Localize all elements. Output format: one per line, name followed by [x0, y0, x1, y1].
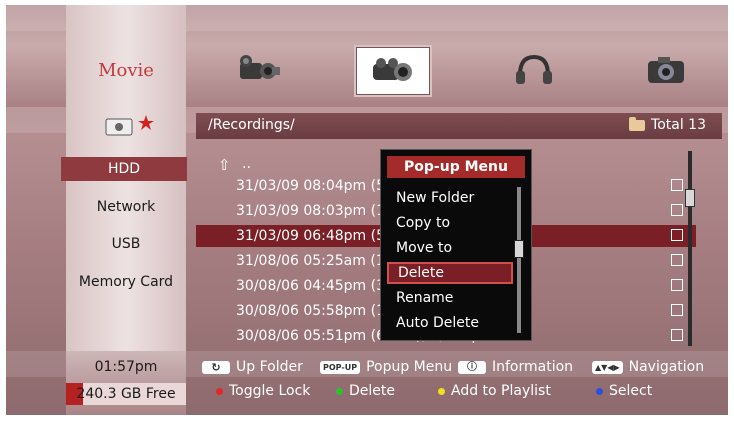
up-folder-icon: ⇧ [218, 156, 231, 174]
sidebar-item-usb[interactable]: USB [66, 236, 186, 252]
arrows-icon: ▲▼◀▶ [592, 360, 623, 374]
tab-photo[interactable] [630, 47, 702, 93]
return-icon: ↻ [202, 360, 230, 374]
film-projector-icon [373, 58, 412, 81]
checkbox[interactable] [671, 204, 683, 216]
yellow-key-icon [438, 387, 445, 395]
menu-item-new-folder[interactable]: New Folder [387, 187, 513, 209]
path-bar: /Recordings/ Total 13 [196, 113, 722, 139]
list-scrollbar[interactable] [685, 151, 695, 346]
help-add-to-playlist: Add to Playlist [438, 383, 551, 399]
favorite-folder-icon[interactable] [102, 111, 156, 141]
help-up-folder: ↻ Up Folder [202, 359, 303, 375]
checkbox[interactable] [671, 229, 683, 241]
checkbox[interactable] [671, 329, 683, 341]
sidebar-item-memory-card[interactable]: Memory Card [66, 274, 186, 290]
popup-scrollbar[interactable] [514, 187, 524, 333]
help-popup-menu: POP-UP Popup Menu [320, 359, 452, 375]
help-select: Select [596, 383, 652, 399]
sidebar-item-hdd[interactable]: HDD [61, 157, 187, 181]
menu-item-auto-delete[interactable]: Auto Delete [387, 312, 513, 334]
total-count: Total 13 [629, 116, 706, 133]
folder-icon [629, 116, 646, 131]
help-information: ⓘ Information [458, 359, 573, 375]
menu-item-delete[interactable]: Delete [387, 262, 513, 284]
clock: 01:57pm [94, 359, 158, 375]
checkbox[interactable] [671, 179, 683, 191]
current-path: /Recordings/ [208, 117, 295, 133]
popup-scrollbar-thumb[interactable] [514, 240, 524, 258]
recording-label: 31/03/09 08:03pm (1 [236, 203, 386, 219]
info-icon: ⓘ [458, 360, 486, 374]
tab-camcorder[interactable] [222, 47, 294, 93]
help-label: Popup Menu [366, 359, 453, 375]
popup-menu: Pop-up Menu New Folder Copy to Move to D… [380, 149, 532, 341]
checkbox[interactable] [671, 304, 683, 316]
help-label: Delete [349, 383, 395, 399]
recording-label: 31/08/06 05:25am (1 [236, 253, 385, 269]
help-navigation: ▲▼◀▶ Navigation [592, 359, 704, 375]
recording-label: 30/08/06 05:58pm (1 [236, 303, 386, 319]
menu-item-copy-to[interactable]: Copy to [387, 212, 513, 234]
help-label: Navigation [628, 359, 705, 375]
tab-film[interactable] [356, 47, 430, 95]
checkbox[interactable] [671, 254, 683, 266]
disk-space-bar: 240.3 GB Free [66, 383, 186, 405]
help-delete: Delete [336, 383, 395, 399]
help-label: Select [609, 383, 653, 399]
folder-star-icon [105, 115, 154, 136]
photo-camera-icon [648, 57, 684, 83]
camcorder-icon [240, 55, 280, 79]
headphones-icon [516, 54, 552, 84]
disk-space-label: 240.3 GB Free [76, 386, 176, 402]
help-label: Information [492, 359, 574, 375]
popup-key-icon: POP-UP [320, 360, 361, 374]
help-label: Toggle Lock [229, 383, 311, 399]
screen: Movie /Recordings/ Total 13 HDD Network … [6, 5, 728, 415]
blue-key-icon [596, 387, 603, 395]
sidebar-item-network[interactable]: Network [66, 199, 186, 215]
checkbox[interactable] [671, 279, 683, 291]
popup-title: Pop-up Menu [387, 156, 525, 178]
menu-item-move-to[interactable]: Move to [387, 237, 513, 259]
help-label: Add to Playlist [451, 383, 551, 399]
list-scrollbar-thumb[interactable] [685, 189, 695, 207]
red-key-icon [216, 387, 223, 395]
tab-music[interactable] [498, 47, 570, 93]
parent-label: .. [242, 156, 251, 172]
recording-label: 31/03/09 06:48pm (5 [236, 228, 386, 244]
menu-item-rename[interactable]: Rename [387, 287, 513, 309]
section-title: Movie [98, 60, 154, 81]
recording-label: 31/03/09 08:04pm (5 [236, 178, 386, 194]
help-label: Up Folder [236, 359, 303, 375]
total-label: Total 13 [651, 117, 706, 133]
help-toggle-lock: Toggle Lock [216, 383, 310, 399]
green-key-icon [336, 387, 343, 395]
